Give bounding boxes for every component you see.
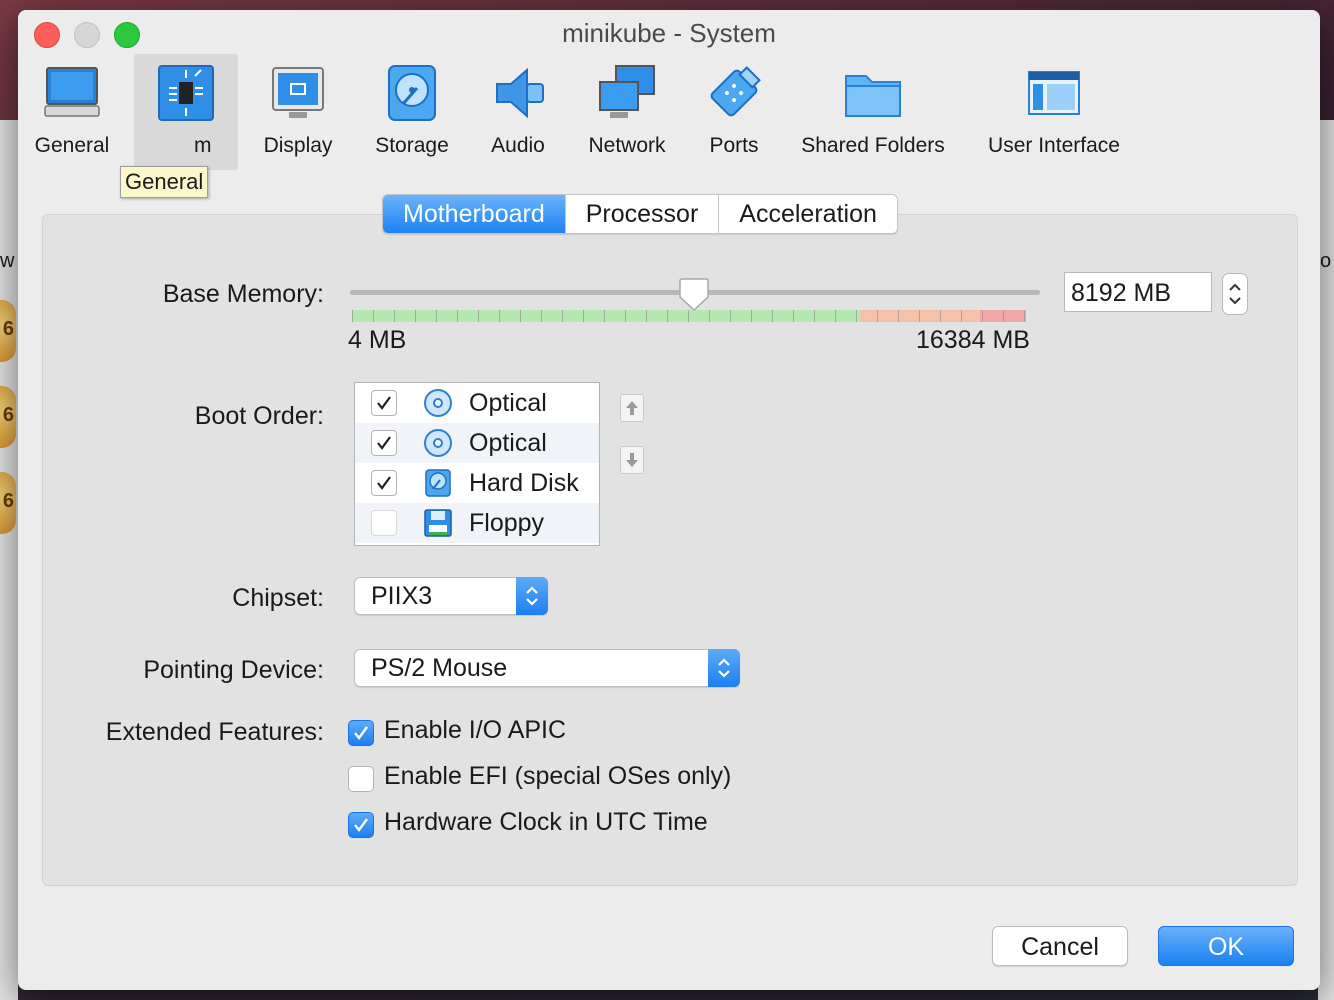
boot-item-checkbox[interactable] xyxy=(371,430,397,456)
window-title: minikube - System xyxy=(562,18,776,48)
background-app-left: 6 6 6 w xyxy=(0,120,18,1000)
background-text: o xyxy=(1320,250,1332,272)
tab-bar: Motherboard Processor Acceleration xyxy=(382,194,898,234)
toolbar-shared-folders[interactable]: Shared Folders xyxy=(798,54,948,170)
memory-value-field[interactable]: 8192 MB xyxy=(1064,272,1212,312)
arrow-up-icon xyxy=(626,401,638,415)
memory-min-label: 4 MB xyxy=(348,326,407,354)
cancel-button[interactable]: Cancel xyxy=(992,926,1128,966)
ports-connector-icon xyxy=(710,66,761,117)
boot-order-label: Boot Order: xyxy=(194,402,324,430)
system-chip-icon xyxy=(158,65,214,121)
settings-window: minikube - System General m Display Stor… xyxy=(18,10,1320,990)
toolbar-network[interactable]: Network xyxy=(582,54,672,170)
tab-motherboard[interactable]: Motherboard xyxy=(383,195,566,233)
utc-clock-checkbox[interactable] xyxy=(348,812,374,838)
shared-folder-icon xyxy=(845,75,901,117)
display-icon xyxy=(272,67,324,118)
memory-max-label: 16384 MB xyxy=(916,326,1030,354)
boot-item-checkbox[interactable] xyxy=(371,510,397,536)
toolbar-storage[interactable]: Storage xyxy=(364,54,460,170)
pointing-device-select[interactable]: PS/2 Mouse xyxy=(354,649,740,687)
toolbar-general[interactable]: General xyxy=(30,54,114,170)
chevron-updown-icon xyxy=(718,658,730,678)
floppy-icon xyxy=(424,509,452,537)
background-badge: 6 xyxy=(0,472,16,534)
toolbar-audio[interactable]: Audio xyxy=(482,54,554,170)
pointing-device-value: PS/2 Mouse xyxy=(371,654,508,682)
toolbar-display[interactable]: Display xyxy=(258,54,338,170)
boot-item-optical[interactable]: Optical xyxy=(355,423,599,463)
extended-features-label: Extended Features: xyxy=(105,718,324,746)
storage-disk-icon xyxy=(388,65,436,121)
background-app-right: o xyxy=(1318,120,1334,1000)
boot-order-list: Optical Optical Hard Disk Floppy xyxy=(354,382,600,546)
chipset-value: PIIX3 xyxy=(371,582,433,610)
boot-item-hard-disk[interactable]: Hard Disk xyxy=(355,463,599,503)
settings-toolbar: General m Display Storage Audio Network … xyxy=(18,54,1320,198)
boot-move-up-button[interactable] xyxy=(620,394,644,422)
tab-acceleration[interactable]: Acceleration xyxy=(719,195,897,233)
toolbar-ports[interactable]: Ports xyxy=(698,54,770,170)
memory-stepper[interactable] xyxy=(1222,273,1248,315)
background-badge: 6 xyxy=(0,386,16,448)
optical-disc-icon xyxy=(424,389,452,417)
stepper-arrows-icon xyxy=(1229,283,1241,305)
optical-disc-icon xyxy=(424,429,452,457)
ok-button[interactable]: OK xyxy=(1158,926,1294,966)
arrow-down-icon xyxy=(626,453,638,467)
user-interface-icon xyxy=(1028,71,1080,115)
base-memory-label: Base Memory: xyxy=(162,280,324,308)
pointing-device-label: Pointing Device: xyxy=(143,656,324,684)
boot-item-optical[interactable]: Optical xyxy=(355,383,599,423)
memory-slider-thumb[interactable] xyxy=(678,278,710,312)
hard-disk-icon xyxy=(425,469,451,497)
chipset-select[interactable]: PIIX3 xyxy=(354,577,548,615)
efi-checkbox[interactable] xyxy=(348,766,374,792)
toolbar-user-interface[interactable]: User Interface xyxy=(980,54,1128,170)
title-bar[interactable]: minikube - System xyxy=(18,10,1320,54)
boot-item-checkbox[interactable] xyxy=(371,470,397,496)
audio-speaker-icon xyxy=(496,67,544,119)
background-text: w xyxy=(0,250,15,272)
select-arrows xyxy=(708,649,740,687)
network-icon xyxy=(599,65,655,118)
chevron-updown-icon xyxy=(526,586,538,606)
tooltip: General xyxy=(120,166,209,198)
io-apic-checkbox[interactable] xyxy=(348,720,374,746)
boot-item-checkbox[interactable] xyxy=(371,390,397,416)
boot-item-floppy[interactable]: Floppy xyxy=(355,503,599,543)
background-badge: 6 xyxy=(0,300,16,362)
chipset-label: Chipset: xyxy=(232,584,324,612)
select-arrows xyxy=(516,577,548,615)
toolbar-system[interactable]: m xyxy=(134,54,238,170)
general-monitor-icon xyxy=(44,67,100,117)
tab-processor[interactable]: Processor xyxy=(565,195,720,233)
boot-move-down-button[interactable] xyxy=(620,446,644,474)
